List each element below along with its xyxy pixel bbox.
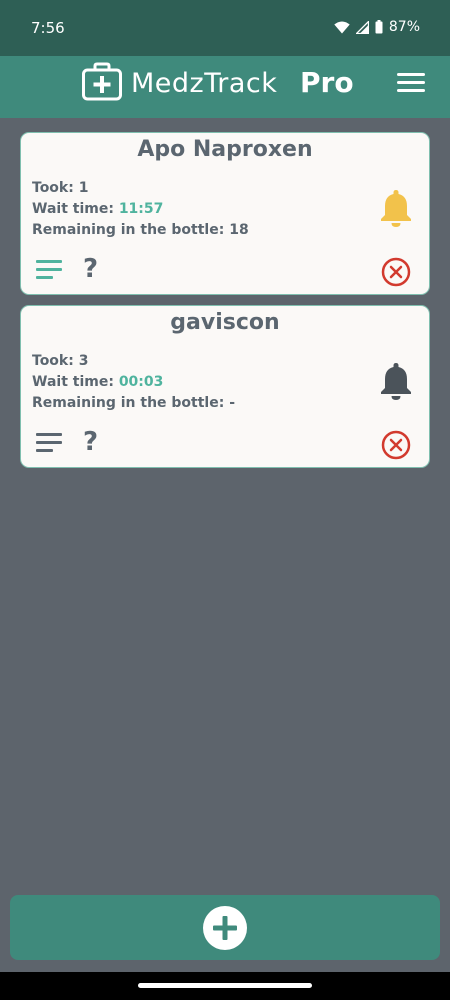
remaining-label: Remaining in the bottle: [32,222,225,238]
took-row: Took: 1 [32,180,88,196]
wait-row: Wait time: 00:03 [32,374,163,390]
battery-level: 87% [388,19,420,35]
wait-row: Wait time: 11:57 [32,201,163,217]
app-title: MedzTrack [131,68,278,99]
wait-value: 00:03 [118,374,164,390]
details-icon[interactable] [36,433,62,453]
took-label: Took: [32,180,74,196]
signal-icon [355,20,369,34]
bell-icon[interactable] [378,361,414,401]
battery-icon [375,20,383,34]
med-name: Apo Naproxen [137,137,313,162]
bell-icon[interactable] [378,188,414,228]
remaining-value: - [229,395,236,411]
took-value: 3 [78,353,89,369]
app-title-pro: Pro [300,66,354,99]
med-name: gaviscon [170,310,280,335]
remaining-row: Remaining in the bottle: - [32,395,235,411]
wait-label: Wait time: [32,374,114,390]
took-value: 1 [78,180,89,196]
remaining-row: Remaining in the bottle: 18 [32,222,249,238]
status-time: 7:56 [31,19,65,37]
remaining-label: Remaining in the bottle: [32,395,225,411]
status-icons: 87% [334,19,420,35]
details-icon[interactable] [36,260,62,280]
delete-icon[interactable] [381,430,411,460]
menu-icon[interactable] [397,71,425,95]
add-medication-button[interactable] [203,906,247,950]
wifi-icon [334,21,350,33]
help-icon[interactable]: ? [83,427,98,457]
med-card: Apo Naproxen Took: 1 Wait time: 11:57 Re… [20,132,430,295]
help-icon[interactable]: ? [83,254,98,284]
add-bar [10,895,440,960]
med-card: gaviscon Took: 3 Wait time: 00:03 Remain… [20,305,430,468]
took-label: Took: [32,353,74,369]
app-bar: MedzTrack Pro [0,56,450,118]
wait-value: 11:57 [118,201,164,217]
remaining-value: 18 [229,222,249,238]
home-indicator[interactable] [138,983,312,988]
took-row: Took: 3 [32,353,88,369]
plus-icon [213,916,237,940]
delete-icon[interactable] [381,257,411,287]
status-bar: 7:56 87% [0,0,450,56]
first-aid-kit-icon [82,62,122,101]
wait-label: Wait time: [32,201,114,217]
